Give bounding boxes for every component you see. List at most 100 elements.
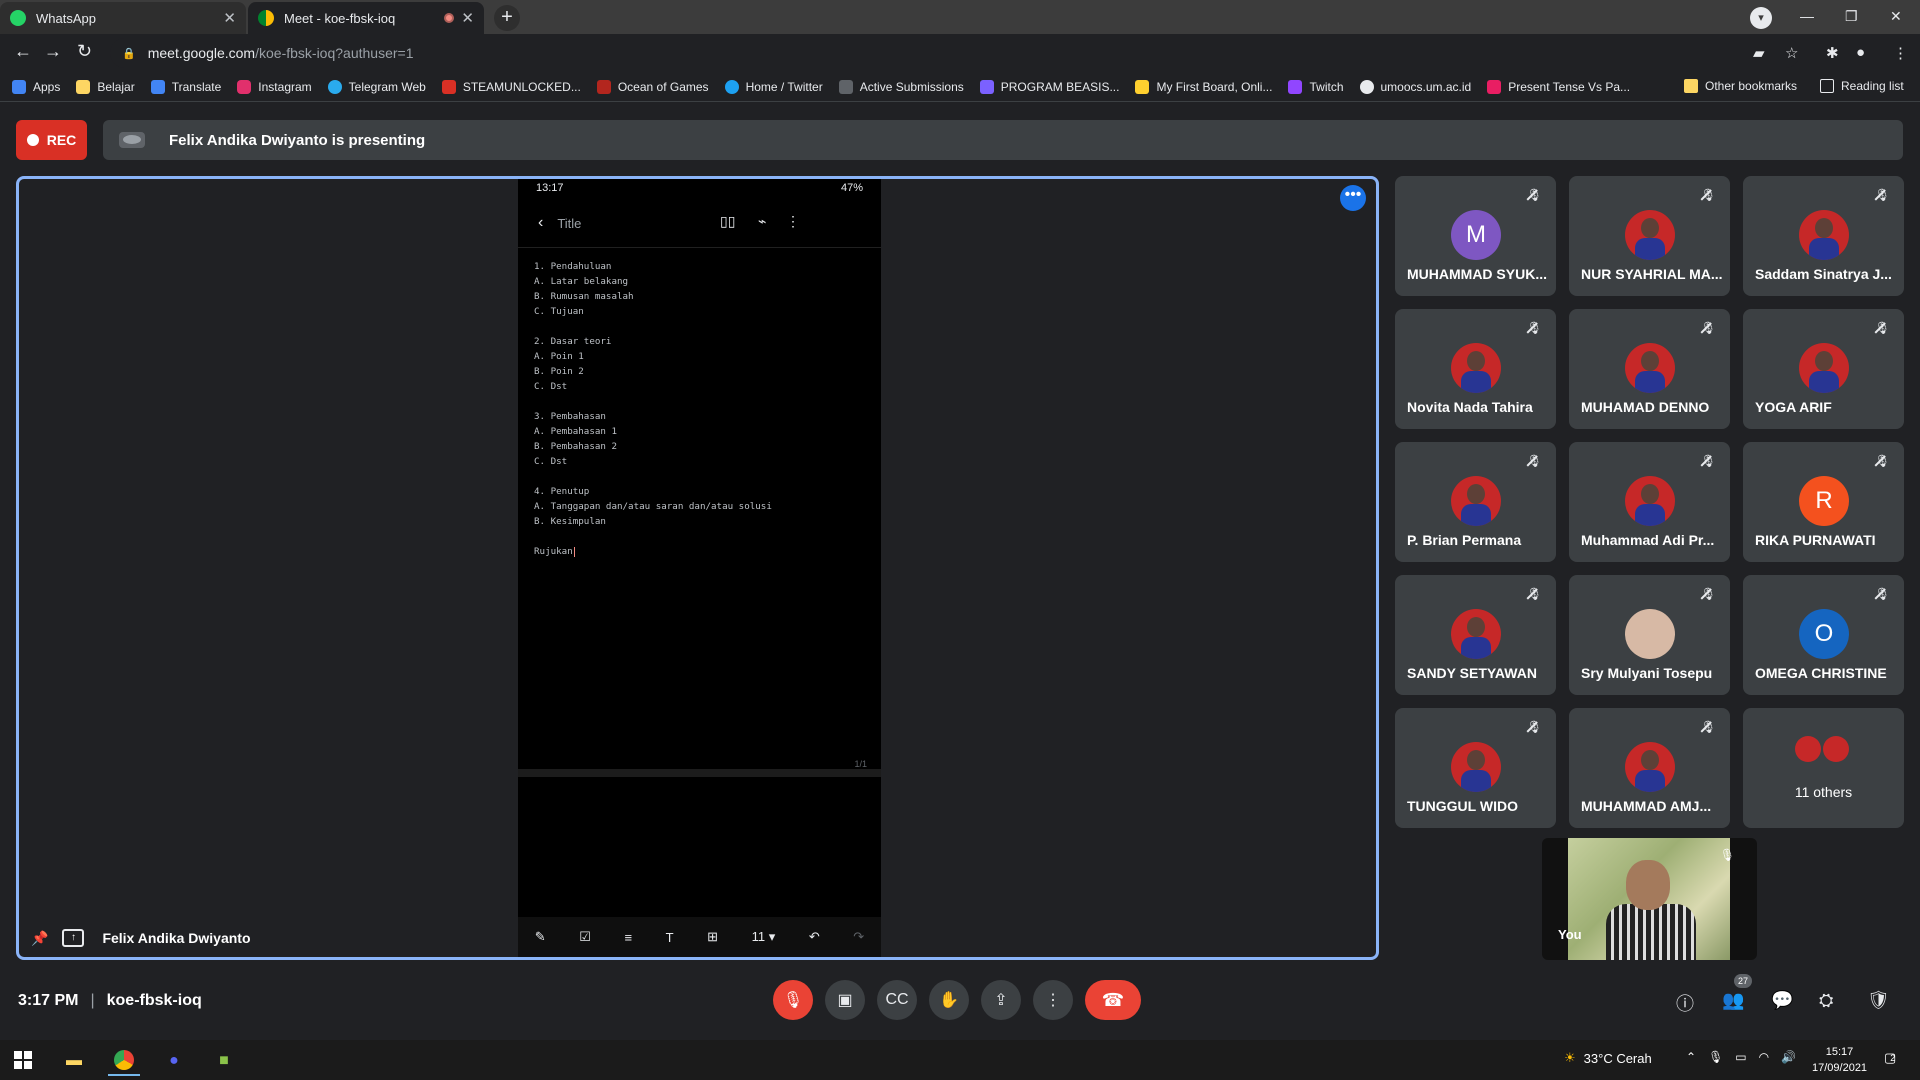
font-size-value: 11	[751, 929, 766, 944]
mic-off-icon: 🎙	[1719, 848, 1735, 862]
close-tab-icon[interactable]: ✕	[223, 9, 236, 27]
camera-toggle-button[interactable]: ▣	[825, 980, 865, 1020]
tray-expand-icon[interactable]: ⌃	[1686, 1050, 1696, 1064]
bookmark-instagram[interactable]: Instagram	[237, 79, 312, 94]
tab-meet[interactable]: Meet - koe-fbsk-ioq ✕	[248, 2, 484, 34]
participant-tile[interactable]: 🎙 TUNGGUL WIDO	[1395, 708, 1556, 828]
self-view[interactable]: You 🎙	[1542, 838, 1757, 960]
menu-kebab-icon[interactable]: ⋮	[1893, 44, 1908, 62]
stage-more-options-button[interactable]: •••	[1340, 185, 1366, 211]
windows-start-icon[interactable]	[14, 1051, 32, 1069]
meeting-controls-bar: 3:17 PM | koe-fbsk-ioq 🎙 ▣ CC ✋ ⇪ ⋮ ☎ ⓘ 👥 …	[0, 962, 1920, 1042]
host-controls-icon[interactable]: 🛡	[1867, 990, 1890, 1011]
url-path: /koe-fbsk-ioq?authuser=1	[255, 45, 414, 61]
participant-tile[interactable]: 🎙 Sry Mulyani Tosepu	[1569, 575, 1730, 695]
participant-tile[interactable]: 🎙 Saddam Sinatrya J...	[1743, 176, 1904, 296]
participant-tile[interactable]: 🎙 M MUHAMMAD SYUK...	[1395, 176, 1556, 296]
recording-button[interactable]: REC	[16, 120, 87, 160]
participant-tile[interactable]: 🎙 O OMEGA CHRISTINE	[1743, 575, 1904, 695]
file-explorer-icon[interactable]: ▬	[58, 1046, 90, 1076]
more-options-button[interactable]: ⋮	[1033, 980, 1073, 1020]
leave-call-button[interactable]: ☎	[1085, 980, 1141, 1020]
participant-tile[interactable]: 🎙 R RIKA PURNAWATI	[1743, 442, 1904, 562]
bookmark-active-submissions[interactable]: Active Submissions	[838, 79, 964, 94]
phone-clock: 13:17	[536, 182, 564, 194]
mic-icon[interactable]: 🎙	[1708, 1050, 1723, 1064]
pin-icon[interactable]: 📌	[31, 930, 48, 947]
profile-avatar[interactable]: ●	[1856, 44, 1865, 61]
others-tile[interactable]: 11 others	[1743, 708, 1904, 828]
discord-icon[interactable]: ●	[158, 1046, 190, 1076]
more-icon: ⋮	[786, 213, 800, 229]
note-line: Rujukan	[534, 546, 573, 557]
close-tab-icon[interactable]: ✕	[461, 9, 474, 27]
volume-icon[interactable]: 🔊	[1781, 1050, 1796, 1064]
activities-icon[interactable]: ⛭	[1819, 990, 1833, 1011]
mic-toggle-button[interactable]: 🎙	[773, 980, 813, 1020]
mic-off-icon: 🎙	[1700, 188, 1716, 202]
steam-icon	[441, 79, 456, 94]
bookmark-star-icon[interactable]: ☆	[1785, 44, 1798, 62]
participant-tile[interactable]: 🎙 Novita Nada Tahira	[1395, 309, 1556, 429]
reload-icon[interactable]: ↻	[77, 41, 92, 62]
bookmark-belajar[interactable]: Belajar	[76, 79, 135, 94]
chat-icon[interactable]: 💬	[1771, 990, 1793, 1011]
android-studio-icon[interactable]: ■	[208, 1046, 240, 1076]
weather-widget[interactable]: ☀ 33°C Cerah	[1564, 1050, 1652, 1066]
taskbar-clock[interactable]: 15:17 17/09/2021	[1812, 1044, 1867, 1076]
bookmark-program-beasis[interactable]: PROGRAM BEASIS...	[979, 79, 1119, 94]
ef-icon	[1487, 79, 1502, 94]
bookmarks-bar: Apps Belajar Translate Instagram Telegra…	[0, 72, 1920, 102]
lock-icon[interactable]: 🔒	[122, 47, 136, 60]
bookmark-apps[interactable]: Apps	[12, 79, 60, 94]
participant-tile[interactable]: 🎙 NUR SYAHRIAL MA...	[1569, 176, 1730, 296]
bookmark-umoocs[interactable]: umoocs.um.ac.id	[1359, 79, 1471, 94]
participant-tile[interactable]: 🎙 MUHAMMAD AMJ...	[1569, 708, 1730, 828]
tab-whatsapp[interactable]: WhatsApp ✕	[0, 2, 246, 34]
raise-hand-button[interactable]: ✋	[929, 980, 969, 1020]
bookmark-steamunlocked[interactable]: STEAMUNLOCKED...	[441, 79, 581, 94]
notifications-icon[interactable]: ▢ 2	[1884, 1050, 1896, 1066]
address-bar[interactable]: 🔒 meet.google.com /koe-fbsk-ioq?authuser…	[110, 38, 1800, 68]
back-icon[interactable]: ←	[14, 41, 32, 62]
note-line: 3. Pembahasan	[534, 411, 606, 422]
people-icon[interactable]: 👥	[1722, 990, 1744, 1011]
bookmark-telegram[interactable]: Telegram Web	[327, 79, 426, 94]
participant-tile[interactable]: 🎙 SANDY SETYAWAN	[1395, 575, 1556, 695]
presentation-stage[interactable]: 13:17 47% ‹ Title ▯▯ ⌁ ⋮ 1. Pendahuluan …	[16, 176, 1379, 960]
present-now-button[interactable]: ⇪	[981, 980, 1021, 1020]
mic-off-icon: 🎙	[1700, 454, 1716, 468]
tab-search-icon[interactable]: ▾	[1750, 7, 1772, 29]
bookmark-twitter[interactable]: Home / Twitter	[724, 79, 823, 94]
bookmark-twitch[interactable]: Twitch	[1288, 79, 1344, 94]
participant-tile[interactable]: 🎙 MUHAMAD DENNO	[1569, 309, 1730, 429]
participant-name: Novita Nada Tahira	[1407, 399, 1533, 415]
bookmark-label: Telegram Web	[348, 79, 426, 94]
chrome-icon[interactable]	[108, 1046, 140, 1076]
avatar	[1625, 476, 1675, 526]
extensions-icon[interactable]: ✱	[1826, 44, 1839, 62]
participant-tile[interactable]: 🎙 Muhammad Adi Pr...	[1569, 442, 1730, 562]
participant-tile[interactable]: 🎙 YOGA ARIF	[1743, 309, 1904, 429]
bookmark-translate[interactable]: Translate	[150, 79, 221, 94]
participant-tile[interactable]: 🎙 P. Brian Permana	[1395, 442, 1556, 562]
note-line: B. Kesimpulan	[534, 516, 606, 527]
browser-toolbar: ← → ↻ 🔒 meet.google.com /koe-fbsk-ioq?au…	[0, 34, 1920, 72]
captions-button[interactable]: CC	[877, 980, 917, 1020]
bookmark-ocean-of-games[interactable]: Ocean of Games	[596, 79, 709, 94]
new-tab-button[interactable]: +	[494, 5, 520, 31]
wifi-icon[interactable]: ◠	[1759, 1050, 1769, 1064]
meeting-details-icon[interactable]: ⓘ	[1676, 990, 1694, 1016]
folder-icon	[76, 79, 91, 94]
minimize-icon[interactable]: —	[1800, 8, 1814, 24]
bookmark-present-tense[interactable]: Present Tense Vs Pa...	[1487, 79, 1630, 94]
restore-icon[interactable]: ❐	[1845, 8, 1858, 25]
camera-in-use-icon[interactable]: ▰	[1753, 44, 1765, 62]
keyboard-area-divider	[518, 769, 881, 777]
other-bookmarks[interactable]: Other bookmarks	[1684, 79, 1797, 93]
close-window-icon[interactable]: ✕	[1890, 8, 1902, 25]
bookmark-my-first-board[interactable]: My First Board, Onli...	[1135, 79, 1272, 94]
battery-icon[interactable]: ▭	[1735, 1050, 1746, 1064]
reading-list[interactable]: Reading list	[1820, 79, 1904, 93]
forward-icon[interactable]: →	[44, 41, 62, 62]
